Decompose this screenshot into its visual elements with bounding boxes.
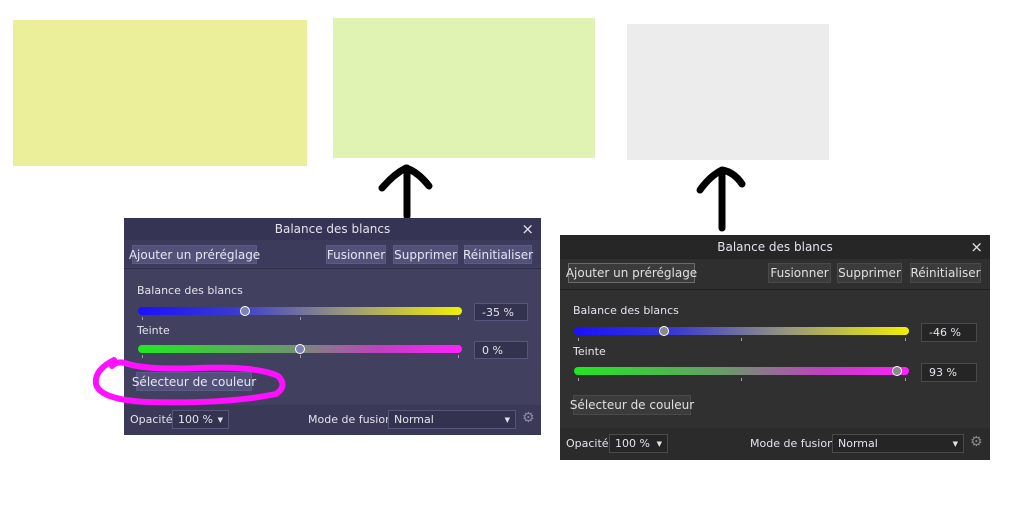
opacity-label: Opacité: (130, 413, 177, 426)
caret-down-icon: ▼ (656, 439, 662, 448)
blend-mode-dropdown[interactable]: Normal ▼ (388, 410, 516, 429)
opacity-label: Opacité: (566, 437, 613, 450)
white-balance-label: Balance des blancs (573, 304, 679, 317)
panel-toolbar: Ajouter un préréglage Fusionner Supprime… (560, 259, 990, 288)
merge-button[interactable]: Fusionner (326, 245, 386, 264)
highlight-circle (92, 357, 286, 406)
panel-footer: Opacité: 100 % ▼ Mode de fusion: Normal … (124, 405, 541, 435)
gear-icon[interactable]: ⚙ (970, 434, 983, 450)
reset-button[interactable]: Réinitialiser (463, 245, 533, 264)
up-arrow-icon (696, 166, 746, 232)
swatch-green (333, 18, 595, 158)
caret-down-icon: ▼ (952, 439, 958, 448)
blend-mode-value: Normal (838, 437, 878, 450)
color-picker-button[interactable]: Sélecteur de couleur (570, 395, 694, 415)
close-icon[interactable]: × (521, 220, 534, 238)
opacity-dropdown[interactable]: 100 % ▼ (609, 434, 668, 453)
swatch-yellow (13, 20, 307, 166)
slider-knob[interactable] (892, 366, 903, 376)
blend-mode-value: Normal (394, 413, 434, 426)
tint-label: Teinte (573, 345, 606, 358)
panel-toolbar: Ajouter un préréglage Fusionner Supprime… (124, 240, 541, 267)
close-icon[interactable]: × (970, 238, 983, 256)
delete-button[interactable]: Supprimer (837, 263, 902, 283)
reset-button[interactable]: Réinitialiser (910, 263, 981, 283)
panel-title: Balance des blancs (560, 235, 990, 259)
tint-value-field[interactable]: 0 % (474, 341, 528, 359)
delete-button[interactable]: Supprimer (393, 245, 458, 264)
white-balance-value-field[interactable]: -46 % (921, 323, 977, 342)
opacity-value: 100 % (178, 413, 213, 426)
white-balance-panel-right: Balance des blancs × Ajouter un prérégla… (560, 235, 990, 460)
up-arrow-icon (378, 164, 433, 220)
tint-value-field[interactable]: 93 % (921, 363, 977, 382)
opacity-dropdown[interactable]: 100 % ▼ (172, 410, 229, 429)
add-preset-button[interactable]: Ajouter un préréglage (566, 263, 697, 283)
opacity-value: 100 % (615, 437, 650, 450)
white-balance-slider[interactable] (138, 306, 462, 316)
caret-down-icon: ▼ (217, 415, 223, 424)
blend-mode-label: Mode de fusion: (308, 413, 396, 426)
add-preset-button[interactable]: Ajouter un préréglage (129, 245, 260, 264)
tint-label: Teinte (137, 324, 170, 337)
white-balance-slider[interactable] (574, 326, 909, 336)
white-balance-label: Balance des blancs (137, 284, 243, 297)
white-balance-value-field[interactable]: -35 % (474, 303, 528, 321)
merge-button[interactable]: Fusionner (768, 263, 831, 283)
slider-knob[interactable] (295, 344, 305, 354)
panel-footer: Opacité: 100 % ▼ Mode de fusion: Normal … (560, 428, 990, 460)
caret-down-icon: ▼ (504, 415, 510, 424)
blend-mode-label: Mode de fusion: (750, 437, 838, 450)
blend-mode-dropdown[interactable]: Normal ▼ (832, 434, 964, 453)
slider-knob[interactable] (659, 326, 670, 336)
tint-slider[interactable] (574, 366, 909, 376)
swatch-gray (627, 24, 829, 160)
gear-icon[interactable]: ⚙ (522, 410, 535, 426)
slider-knob[interactable] (239, 306, 250, 316)
panel-title: Balance des blancs (124, 218, 541, 240)
